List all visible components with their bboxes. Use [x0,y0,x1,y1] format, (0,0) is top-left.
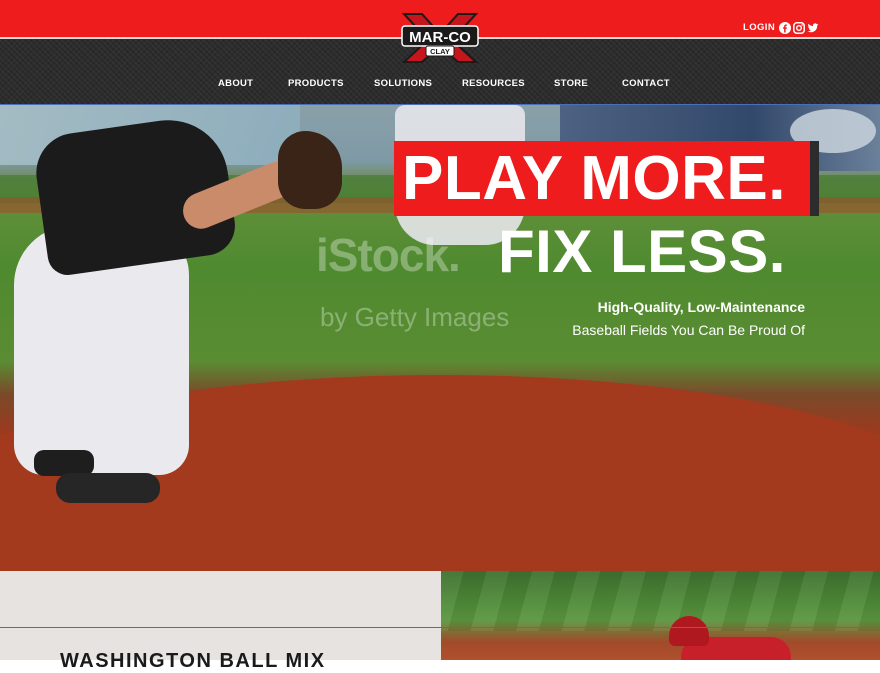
section-title: WASHINGTON BALL MIX [60,650,326,672]
player-cleat [56,473,160,503]
facebook-icon[interactable] [779,21,791,34]
stock-watermark: iStock. [316,229,461,281]
hero-headline-line2: FIX LESS. [498,218,786,285]
headline-highlight-shadow [810,141,819,216]
product-section-photo [441,571,880,660]
product-section-panel [0,571,441,660]
section-divider [0,627,880,628]
instagram-icon[interactable] [793,21,805,34]
nav-item-resources[interactable]: RESOURCES [462,78,525,89]
hero-headline-line1: PLAY MORE. [402,144,786,213]
stock-watermark-caption: by Getty Images [320,302,510,332]
baseball-glove [278,131,342,209]
logo-text-clay: CLAY [430,47,450,56]
hero-subtitle: Baseball Fields You Can Be Proud Of [572,322,805,338]
mowed-grass-pattern [441,571,880,631]
nav-item-contact[interactable]: CONTACT [622,78,670,89]
nav-item-store[interactable]: STORE [554,78,588,89]
nav-item-about[interactable]: ABOUT [218,78,253,89]
login-link[interactable]: LOGIN [743,22,775,33]
twitter-icon[interactable] [807,21,819,33]
nav-item-solutions[interactable]: SOLUTIONS [374,78,432,89]
nav-item-products[interactable]: PRODUCTS [288,78,344,89]
mar-co-clay-logo[interactable]: MAR-CO CLAY [398,12,482,64]
logo-text-marco: MAR-CO [409,29,471,46]
hero-subtitle-bold: High-Quality, Low-Maintenance [597,299,805,315]
